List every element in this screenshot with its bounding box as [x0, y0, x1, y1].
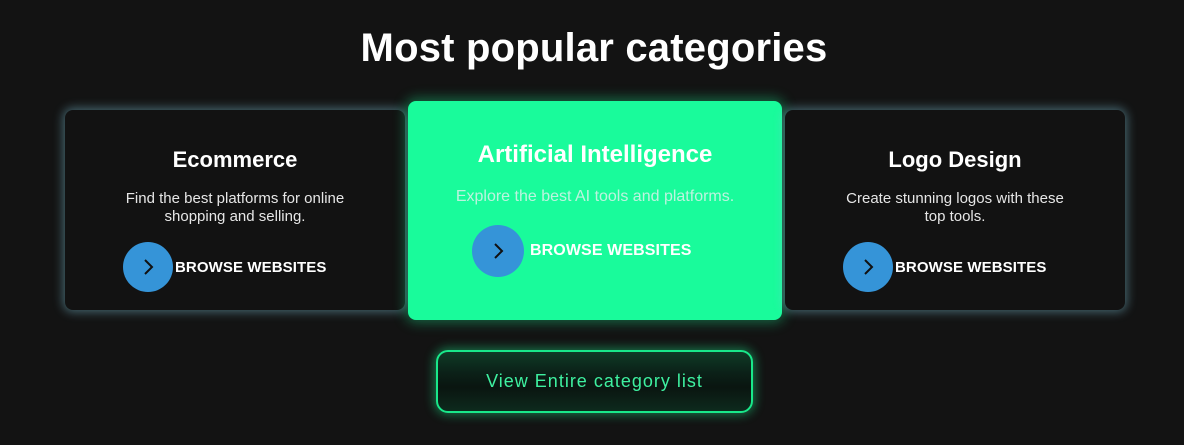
browse-websites-link[interactable]: BROWSE WEBSITES	[472, 225, 692, 277]
browse-websites-label[interactable]: BROWSE WEBSITES	[175, 259, 327, 276]
chevron-right-icon[interactable]	[123, 242, 173, 292]
browse-websites-link[interactable]: BROWSE WEBSITES	[843, 242, 1047, 292]
card-description: Find the best platforms for online shopp…	[125, 190, 345, 225]
view-category-list-button[interactable]: View Entire category list	[436, 350, 753, 413]
browse-websites-label[interactable]: BROWSE WEBSITES	[895, 259, 1047, 276]
view-category-list-label[interactable]: View Entire category list	[486, 371, 703, 392]
card-description: Create stunning logos with these top too…	[846, 190, 1064, 225]
card-title: Logo Design	[888, 147, 1022, 172]
category-card-ecommerce: Ecommerce Find the best platforms for on…	[65, 110, 405, 310]
category-card-artificial-intelligence: Artificial Intelligence Explore the best…	[408, 101, 782, 320]
category-card-logo-design: Logo Design Create stunning logos with t…	[785, 110, 1125, 310]
browse-websites-label[interactable]: BROWSE WEBSITES	[530, 242, 692, 260]
card-title: Ecommerce	[172, 147, 298, 172]
page-title: Most popular categories	[360, 26, 828, 70]
card-title: Artificial Intelligence	[477, 141, 713, 168]
browse-websites-link[interactable]: BROWSE WEBSITES	[123, 242, 327, 292]
chevron-right-icon[interactable]	[843, 242, 893, 292]
chevron-right-icon[interactable]	[472, 225, 524, 277]
card-description: Explore the best AI tools and platforms.	[455, 188, 735, 205]
